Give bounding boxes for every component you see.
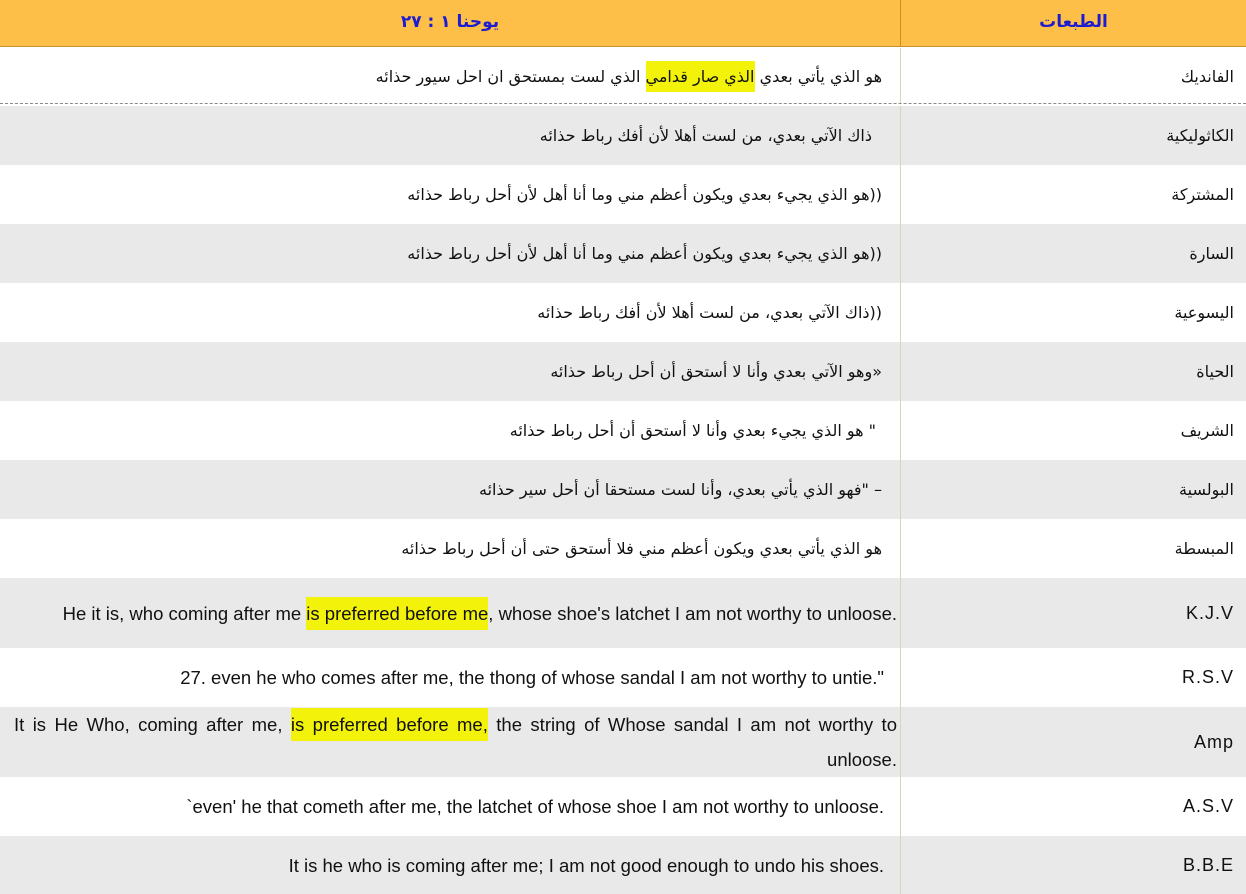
table-row: – "فهو الذي يأتي بعدي، وأنا لست مستحقا أ…	[0, 460, 1246, 519]
table-row: «وهو الآتي بعدي وأنا لا أستحق أن أحل ربا…	[0, 342, 1246, 401]
column-divider	[900, 777, 901, 836]
verse-text-part: It is He Who, coming after me,	[14, 714, 291, 735]
column-divider	[900, 460, 901, 519]
column-divider	[900, 165, 901, 224]
column-divider	[900, 48, 901, 104]
table-row: `even' he that cometh after me, the latc…	[0, 777, 1246, 836]
table-row: هو الذي يأتي بعدي الذي صار قدامي الذي لس…	[0, 48, 1246, 104]
version-label: المبسطة	[1174, 539, 1234, 558]
verse-text: هو الذي يأتي بعدي الذي صار قدامي الذي لس…	[0, 48, 900, 104]
column-divider	[900, 342, 901, 401]
verse-text: ((ذاك الآتي بعدي، من لست أهلا لأن أفك رب…	[537, 303, 882, 322]
table-row: ((ذاك الآتي بعدي، من لست أهلا لأن أفك رب…	[0, 283, 1246, 342]
table-row: هو الذي يأتي بعدي ويكون أعظم مني فلا أست…	[0, 519, 1246, 578]
verse-reference: يوحنا ١ : ٢٧	[400, 12, 500, 32]
version-label: الشريف	[1180, 421, 1234, 440]
column-divider	[900, 648, 901, 707]
version-label: الفانديك	[1180, 66, 1234, 86]
version-label: Amp	[1193, 731, 1234, 752]
version-label: B.B.E	[1182, 854, 1234, 875]
version-label: اليسوعية	[1174, 303, 1234, 322]
row-separator	[0, 103, 1246, 104]
column-divider	[900, 283, 901, 342]
column-divider	[900, 707, 901, 777]
version-label: المشتركة	[1171, 185, 1234, 204]
version-label: البولسية	[1179, 480, 1234, 499]
table-row: ((هو الذي يجيء بعدي ويكون أعظم مني وما أ…	[0, 224, 1246, 283]
table-row: It is he who is coming after me; I am no…	[0, 836, 1246, 894]
column-divider	[900, 401, 901, 460]
verse-text: ذاك الآتي بعدي، من لست أهلا لأن أفك رباط…	[539, 126, 872, 145]
verse-text-part: the string of Whose sandal I am not wort…	[487, 714, 897, 770]
version-label: A.S.V	[1182, 796, 1234, 816]
table-row: He it is, who coming after me is preferr…	[0, 578, 1246, 648]
highlighted-phrase: is preferred before me,	[290, 708, 488, 741]
verse-text-part: الذي لست بمستحق ان احل سيور حذائه	[375, 66, 646, 86]
column-divider	[900, 578, 901, 648]
version-label: الكاثوليكية	[1166, 126, 1234, 145]
verse-text-part: He it is, who coming after me	[62, 602, 307, 624]
verse-text: – "فهو الذي يأتي بعدي، وأنا لست مستحقا أ…	[478, 480, 882, 499]
column-divider	[900, 224, 901, 283]
version-label: R.S.V	[1181, 667, 1234, 687]
verse-text-part: هو الذي يأتي بعدي	[754, 66, 882, 86]
table-row: 27. even he who comes after me, the thon…	[0, 648, 1246, 707]
verse-text: ((هو الذي يجيء بعدي ويكون أعظم مني وما أ…	[407, 185, 882, 204]
verse-text: It is He Who, coming after me, is prefer…	[0, 707, 900, 777]
column-divider	[900, 836, 901, 894]
verse-text: He it is, who coming after me is preferr…	[0, 578, 900, 648]
verse-text: It is he who is coming after me; I am no…	[288, 854, 884, 876]
highlighted-phrase: is preferred before me	[306, 596, 489, 630]
highlighted-phrase: الذي صار قدامي	[645, 60, 755, 92]
verse-text: 27. even he who comes after me, the thon…	[180, 667, 884, 688]
column-divider	[900, 106, 901, 165]
version-label: الحياة	[1196, 362, 1234, 381]
verse-text: `even' he that cometh after me, the latc…	[186, 796, 884, 817]
versions-column-header: الطبعات	[1039, 12, 1108, 32]
verse-text: هو الذي يأتي بعدي ويكون أعظم مني فلا أست…	[401, 539, 882, 558]
column-divider	[900, 519, 901, 578]
table-row: It is He Who, coming after me, is prefer…	[0, 707, 1246, 777]
table-row: ذاك الآتي بعدي، من لست أهلا لأن أفك رباط…	[0, 106, 1246, 165]
verse-text: «وهو الآتي بعدي وأنا لا أستحق أن أحل ربا…	[550, 362, 882, 381]
verse-text-part: , whose shoe's latchet I am not worthy t…	[488, 602, 897, 624]
table-row: ((هو الذي يجيء بعدي ويكون أعظم مني وما أ…	[0, 165, 1246, 224]
verse-text: " هو الذي يجيء بعدي وأنا لا أستحق أن أحل…	[509, 421, 876, 440]
version-label: K.J.V	[1185, 602, 1234, 623]
table-row: " هو الذي يجيء بعدي وأنا لا أستحق أن أحل…	[0, 401, 1246, 460]
version-label: السارة	[1189, 244, 1234, 263]
table-header: يوحنا ١ : ٢٧ الطبعات	[0, 0, 1246, 47]
verse-text: ((هو الذي يجيء بعدي ويكون أعظم مني وما أ…	[407, 244, 882, 263]
translations-table: يوحنا ١ : ٢٧ الطبعات هو الذي يأتي بعدي ا…	[0, 0, 1246, 894]
